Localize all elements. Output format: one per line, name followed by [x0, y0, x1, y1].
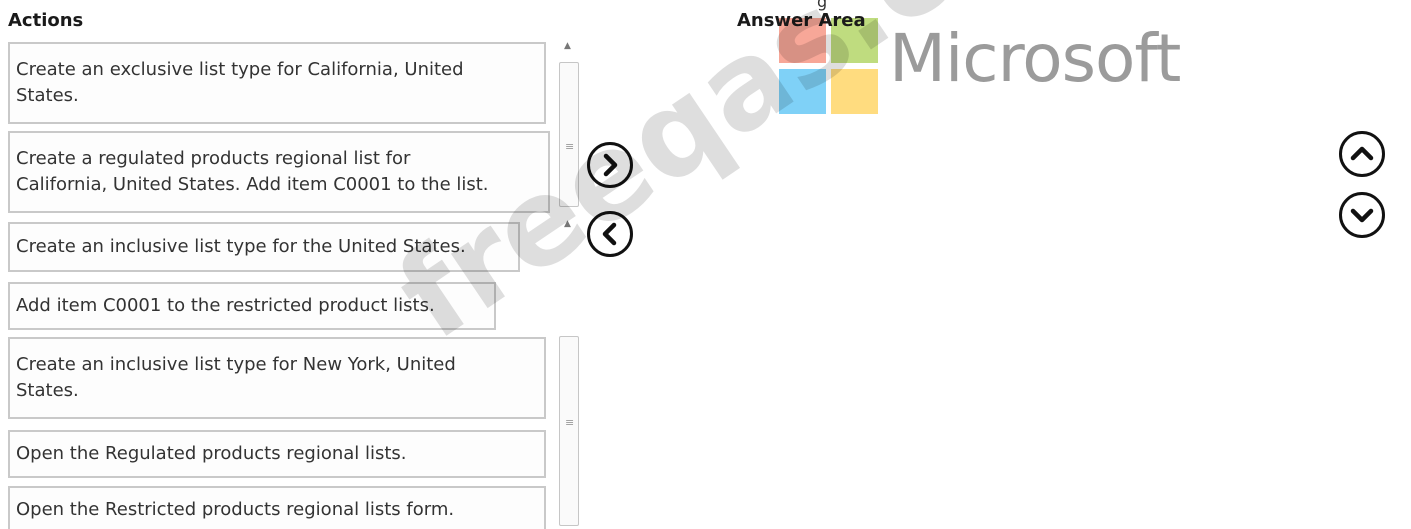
microsoft-wordmark: Microsoft: [889, 20, 1181, 97]
answer-area-heading: Answer Area: [737, 10, 866, 31]
action-item-text-line: Create an exclusive list type for Califo…: [16, 59, 464, 80]
clipped-text-fragment: g: [817, 0, 828, 11]
action-item[interactable]: Create a regulated products regional lis…: [8, 131, 550, 213]
actions-heading: Actions: [8, 10, 84, 31]
move-down-button[interactable]: [1339, 192, 1385, 238]
actions-list: Create an exclusive list type for Califo…: [8, 42, 550, 529]
actions-scrollbar-top[interactable]: ▲ ≡: [556, 40, 582, 212]
action-item[interactable]: Open the Regulated products regional lis…: [8, 430, 546, 478]
move-left-button[interactable]: [587, 211, 633, 257]
scroll-up-arrow-icon[interactable]: ▲: [564, 220, 571, 229]
actions-scrollbar-bottom[interactable]: ▲ ≡: [556, 218, 582, 529]
action-item[interactable]: Add item C0001 to the restricted product…: [8, 282, 496, 330]
action-item-text-line: Create a regulated products regional lis…: [16, 148, 411, 169]
move-right-button[interactable]: [587, 142, 633, 188]
chevron-up-icon: [1350, 146, 1374, 161]
logo-square-yellow: [831, 69, 878, 114]
action-item-text-line: States.: [16, 380, 79, 401]
action-item-text-line: Open the Restricted products regional li…: [16, 499, 455, 520]
action-item-text-line: Add item C0001 to the restricted product…: [16, 295, 435, 316]
action-item-text-line: Create an inclusive list type for New Yo…: [16, 354, 456, 375]
action-item-text-line: California, United States. Add item C000…: [16, 174, 489, 195]
scrollbar-thumb[interactable]: ≡: [559, 336, 579, 526]
action-item-text-line: Open the Regulated products regional lis…: [16, 443, 407, 464]
scrollbar-grip-icon: ≡: [565, 416, 575, 429]
chevron-right-icon: [603, 153, 618, 177]
action-item-text-line: States.: [16, 85, 79, 106]
move-up-button[interactable]: [1339, 131, 1385, 177]
chevron-down-icon: [1350, 208, 1374, 223]
scroll-up-arrow-icon[interactable]: ▲: [564, 42, 571, 51]
scrollbar-thumb[interactable]: ≡: [559, 62, 579, 207]
action-item[interactable]: Open the Restricted products regional li…: [8, 486, 546, 529]
action-item[interactable]: Create an exclusive list type for Califo…: [8, 42, 546, 124]
scrollbar-grip-icon: ≡: [565, 140, 575, 153]
logo-square-blue: [779, 69, 826, 114]
chevron-left-icon: [602, 222, 617, 246]
action-item[interactable]: Create an inclusive list type for New Yo…: [8, 337, 546, 419]
action-item[interactable]: Create an inclusive list type for the Un…: [8, 222, 520, 272]
action-item-text-line: Create an inclusive list type for the Un…: [16, 236, 466, 257]
